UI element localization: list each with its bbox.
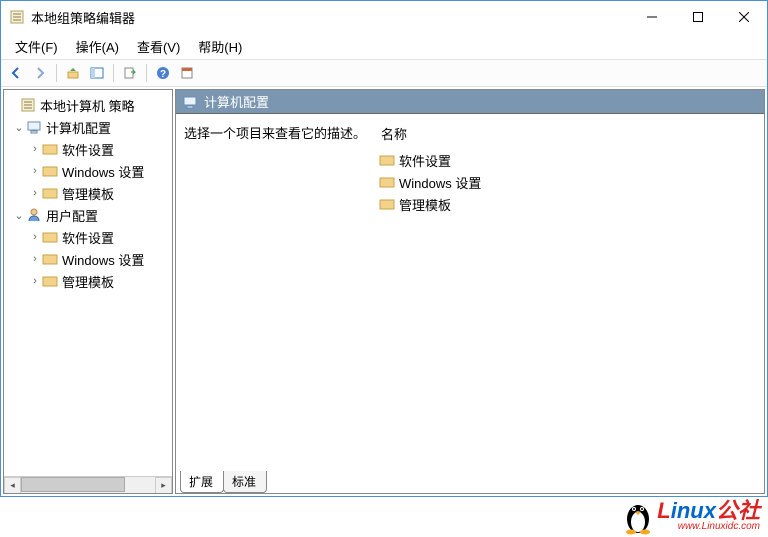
tree-label: 计算机配置 <box>46 118 111 137</box>
folder-icon <box>42 163 58 179</box>
menu-view[interactable]: 查看(V) <box>129 33 188 60</box>
watermark-url: www.Linuxidc.com <box>657 522 760 532</box>
tree-user-config[interactable]: ⌄ 用户配置 <box>6 204 170 226</box>
tree-label: 本地计算机 策略 <box>40 96 135 115</box>
expand-icon[interactable]: › <box>28 143 42 155</box>
scroll-right-button[interactable]: ▸ <box>155 477 172 494</box>
maximize-button[interactable] <box>675 1 721 33</box>
folder-icon <box>42 251 58 267</box>
toolbar: ? <box>1 59 767 87</box>
help-button[interactable]: ? <box>152 62 174 84</box>
expand-icon[interactable]: › <box>28 231 42 243</box>
back-button[interactable] <box>5 62 27 84</box>
tree: 本地计算机 策略 ⌄ 计算机配置 › 软件设置 › Windows 设置 <box>4 90 172 476</box>
expand-icon[interactable]: › <box>28 275 42 287</box>
app-window: 本地组策略编辑器 文件(F) 操作(A) 查看(V) 帮助(H) ? <box>0 0 768 497</box>
list-item[interactable]: 软件设置 <box>379 149 760 171</box>
content-area: 本地计算机 策略 ⌄ 计算机配置 › 软件设置 › Windows 设置 <box>1 87 767 496</box>
scroll-track[interactable] <box>21 477 155 494</box>
forward-button[interactable] <box>29 62 51 84</box>
tree-item-admin[interactable]: › 管理模板 <box>6 182 170 204</box>
scroll-thumb[interactable] <box>21 477 125 492</box>
folder-icon <box>379 196 395 212</box>
titlebar: 本地组策略编辑器 <box>1 1 767 33</box>
minimize-button[interactable] <box>629 1 675 33</box>
collapse-icon[interactable]: ⌄ <box>12 121 26 134</box>
detail-header: 计算机配置 <box>176 90 764 114</box>
computer-icon <box>182 94 198 110</box>
menu-file[interactable]: 文件(F) <box>7 33 66 60</box>
watermark-brand: Linux公社 <box>657 500 760 522</box>
tree-computer-config[interactable]: ⌄ 计算机配置 <box>6 116 170 138</box>
properties-button[interactable] <box>176 62 198 84</box>
user-icon <box>26 207 42 223</box>
penguin-icon <box>621 497 655 535</box>
tree-item-admin[interactable]: › 管理模板 <box>6 270 170 292</box>
tree-item-software[interactable]: › 软件设置 <box>6 226 170 248</box>
expand-icon[interactable]: › <box>28 253 42 265</box>
tab-extended[interactable]: 扩展 <box>180 471 224 493</box>
tree-label: Windows 设置 <box>62 162 144 181</box>
folder-icon <box>42 141 58 157</box>
tree-item-windows[interactable]: › Windows 设置 <box>6 160 170 182</box>
expand-icon[interactable]: › <box>28 165 42 177</box>
tree-label: 管理模板 <box>62 184 114 203</box>
tree-label: 软件设置 <box>62 140 114 159</box>
detail-list: 名称 软件设置 Windows 设置 管理模板 <box>379 124 760 467</box>
menubar: 文件(F) 操作(A) 查看(V) 帮助(H) <box>1 33 767 59</box>
list-item[interactable]: Windows 设置 <box>379 171 760 193</box>
computer-icon <box>26 119 42 135</box>
tab-standard[interactable]: 标准 <box>223 471 267 493</box>
window-title: 本地组策略编辑器 <box>31 8 629 27</box>
collapse-icon[interactable]: ⌄ <box>12 209 26 222</box>
menu-action[interactable]: 操作(A) <box>68 33 127 60</box>
folder-icon <box>42 229 58 245</box>
menu-help[interactable]: 帮助(H) <box>190 33 250 60</box>
column-name[interactable]: 名称 <box>379 124 760 149</box>
close-button[interactable] <box>721 1 767 33</box>
horizontal-scrollbar[interactable]: ◂ ▸ <box>4 476 172 493</box>
tree-label: 软件设置 <box>62 228 114 247</box>
separator <box>146 64 147 82</box>
app-icon <box>9 9 25 25</box>
tree-item-software[interactable]: › 软件设置 <box>6 138 170 160</box>
folder-icon <box>379 174 395 190</box>
folder-icon <box>42 185 58 201</box>
list-item[interactable]: 管理模板 <box>379 193 760 215</box>
list-label: 管理模板 <box>399 195 451 214</box>
tree-pane: 本地计算机 策略 ⌄ 计算机配置 › 软件设置 › Windows 设置 <box>3 89 173 494</box>
tree-label: 用户配置 <box>46 206 98 225</box>
folder-icon <box>42 273 58 289</box>
separator <box>56 64 57 82</box>
tree-root[interactable]: 本地计算机 策略 <box>6 94 170 116</box>
watermark: Linux公社 www.Linuxidc.com <box>621 497 760 535</box>
folder-icon <box>379 152 395 168</box>
separator <box>113 64 114 82</box>
detail-description: 选择一个项目来查看它的描述。 <box>184 124 379 467</box>
detail-pane: 计算机配置 选择一个项目来查看它的描述。 名称 软件设置 Windows 设置 <box>175 89 765 494</box>
expand-icon[interactable]: › <box>28 187 42 199</box>
detail-title: 计算机配置 <box>204 92 269 111</box>
policy-icon <box>20 97 36 113</box>
list-label: Windows 设置 <box>399 173 481 192</box>
tab-bar: 扩展 标准 <box>176 471 764 493</box>
export-button[interactable] <box>119 62 141 84</box>
show-hide-button[interactable] <box>86 62 108 84</box>
tree-label: Windows 设置 <box>62 250 144 269</box>
svg-text:?: ? <box>160 69 166 80</box>
tree-item-windows[interactable]: › Windows 设置 <box>6 248 170 270</box>
scroll-left-button[interactable]: ◂ <box>4 477 21 494</box>
up-button[interactable] <box>62 62 84 84</box>
tree-label: 管理模板 <box>62 272 114 291</box>
list-label: 软件设置 <box>399 151 451 170</box>
